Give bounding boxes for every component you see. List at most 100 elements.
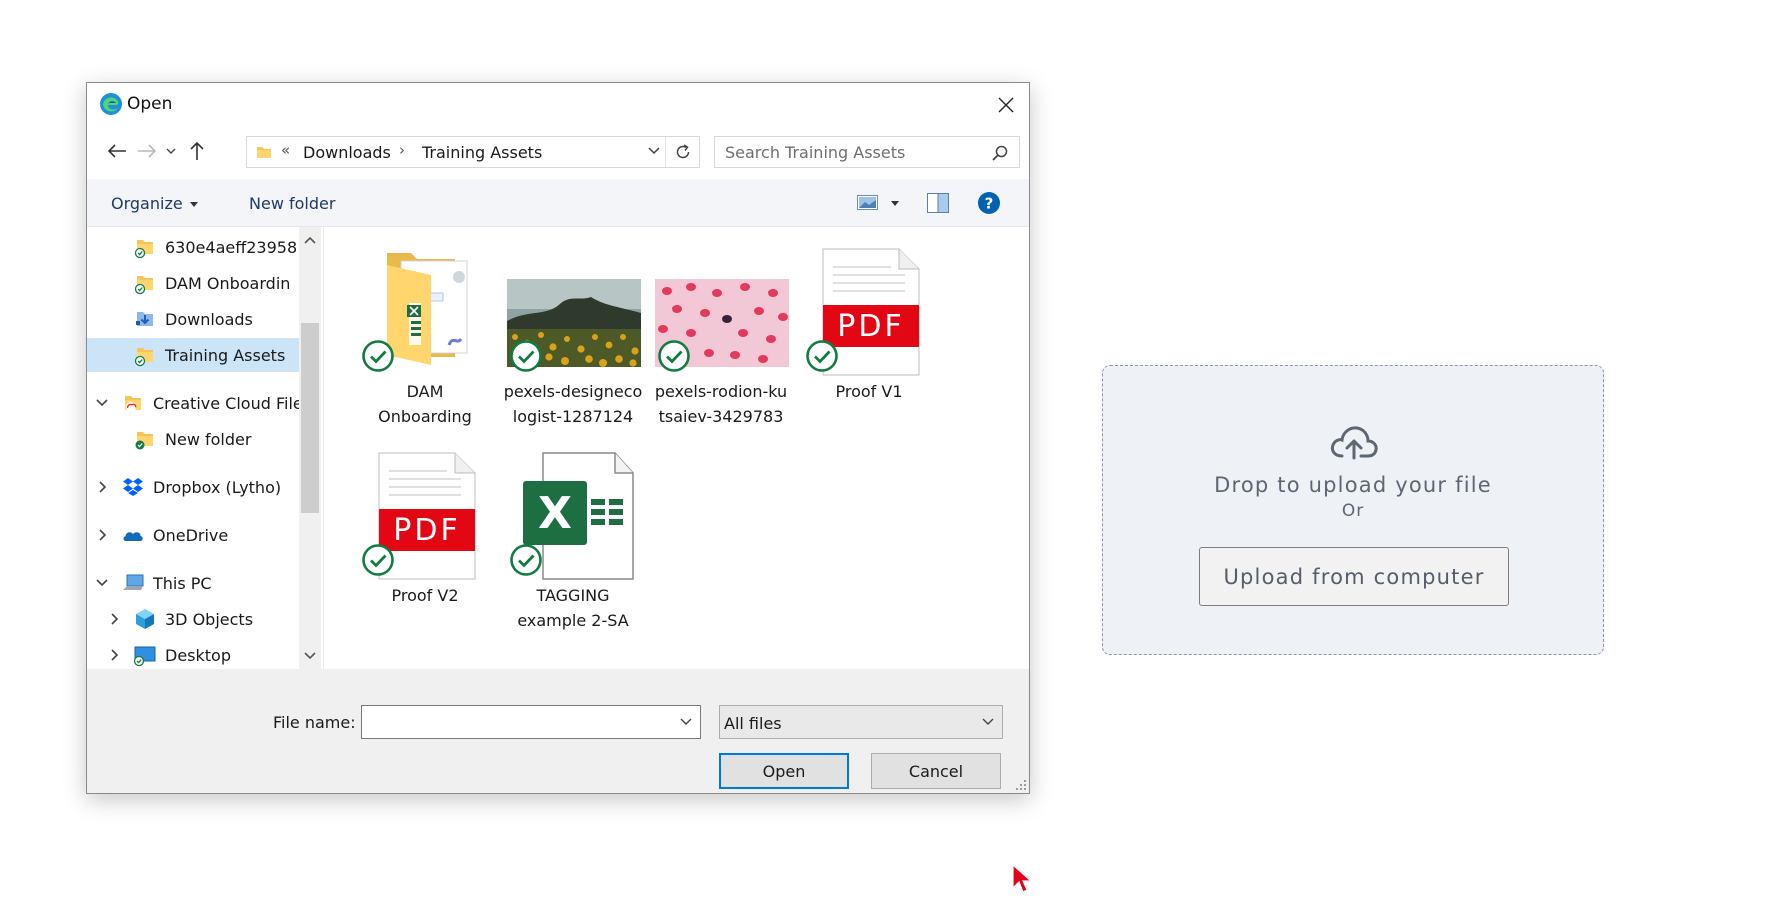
scrollbar-thumb[interactable]: [301, 323, 319, 513]
address-bar[interactable]: « Downloads › Training Assets: [246, 136, 700, 168]
file-name: Proof V1: [835, 382, 903, 401]
nav-item-dropbox[interactable]: Dropbox (Lytho): [87, 470, 309, 504]
excel-badge-label: X: [538, 487, 572, 539]
file-item-tagging-example[interactable]: X TAGGING example 2-SA: [499, 451, 647, 647]
pane-divider[interactable]: [323, 227, 324, 669]
address-overflow-icon[interactable]: «: [281, 141, 290, 159]
search-icon[interactable]: [991, 144, 1009, 162]
help-icon[interactable]: ?: [977, 191, 1001, 215]
mouse-cursor-icon: [1012, 864, 1032, 893]
onedrive-icon: [123, 532, 143, 541]
chevron-right-icon[interactable]: [95, 528, 109, 542]
desktop-icon: [133, 646, 156, 667]
file-name: TAGGING example 2-SA: [517, 586, 629, 630]
nav-item-downloads[interactable]: Downloads: [87, 302, 309, 336]
recent-locations-button[interactable]: [157, 137, 185, 165]
file-type-select[interactable]: All files: [719, 705, 1003, 739]
cloud-upload-icon: [1330, 426, 1378, 460]
nav-item-training-assets[interactable]: Training Assets: [87, 338, 309, 372]
chevron-right-icon[interactable]: [107, 648, 121, 662]
scroll-down-button[interactable]: [299, 645, 321, 667]
folder-synced-icon: [134, 276, 153, 295]
file-item-dam-onboarding[interactable]: DAM Onboarding: [351, 247, 499, 443]
chevron-down-icon: [304, 652, 316, 660]
preview-pane-icon[interactable]: [927, 193, 949, 213]
nav-label: 3D Objects: [165, 609, 254, 629]
dialog-titlebar[interactable]: Open: [87, 83, 1029, 127]
sync-check-icon: [510, 340, 542, 372]
nav-label: Dropbox (Lytho): [153, 477, 282, 497]
chevron-right-icon[interactable]: [107, 612, 121, 626]
nav-label: Training Assets: [165, 345, 286, 365]
upload-dropzone[interactable]: Drop to upload your file Or Upload from …: [1102, 365, 1604, 655]
upload-from-computer-button[interactable]: Upload from computer: [1199, 547, 1509, 606]
file-name-input[interactable]: [368, 712, 668, 732]
file-name-combobox[interactable]: [361, 705, 701, 739]
change-view-icon[interactable]: [857, 195, 881, 211]
close-button[interactable]: [983, 83, 1029, 127]
open-file-dialog: Open « Downloads › Training Assets Searc…: [86, 82, 1030, 794]
downloads-icon: [136, 312, 153, 326]
nav-item-onedrive[interactable]: OneDrive: [87, 518, 309, 552]
chevron-down-icon[interactable]: [95, 576, 109, 590]
chevron-down-icon[interactable]: [95, 396, 109, 410]
search-box[interactable]: [714, 136, 1020, 168]
arrow-up-icon: [190, 141, 204, 160]
nav-item-new-folder[interactable]: New folder: [87, 422, 309, 456]
edge-browser-icon: [100, 93, 122, 115]
nav-item-creative-cloud-files[interactable]: Creative Cloud File: [87, 386, 309, 420]
nav-label: OneDrive: [153, 525, 229, 545]
navigation-scrollbar[interactable]: [299, 227, 321, 669]
command-toolbar: Organize New folder ?: [87, 179, 1029, 227]
back-button[interactable]: [103, 137, 131, 165]
folder-synced-icon: [135, 432, 153, 450]
file-name: DAM Onboarding: [378, 382, 472, 426]
navigation-pane: 630e4aeff23958 DAM Onboardin Downloads T…: [87, 227, 323, 669]
cancel-button[interactable]: Cancel: [871, 753, 1001, 789]
or-separator: Or: [1341, 501, 1365, 521]
nav-item-3d-objects[interactable]: 3D Objects: [87, 602, 309, 636]
refresh-icon: [676, 144, 689, 159]
breadcrumb-separator-icon[interactable]: ›: [399, 141, 405, 159]
caret-down-icon: [189, 202, 198, 207]
chevron-right-icon[interactable]: [95, 480, 109, 494]
arrow-right-icon: [138, 144, 157, 158]
refresh-button[interactable]: [665, 137, 699, 167]
up-button[interactable]: [183, 137, 211, 165]
file-item-pexels-rodion-kutsaiev[interactable]: pexels-rodion-ku tsaiev-3429783: [647, 247, 795, 443]
address-dropdown-icon[interactable]: [647, 143, 661, 157]
sync-check-icon: [806, 340, 838, 372]
breadcrumb-downloads[interactable]: Downloads: [303, 143, 391, 162]
new-folder-button[interactable]: New folder: [249, 194, 335, 213]
file-name-label: File name:: [273, 713, 356, 732]
view-options-caret-icon[interactable]: [891, 201, 899, 207]
chevron-down-icon: [166, 148, 176, 154]
breadcrumb-training-assets[interactable]: Training Assets: [422, 143, 542, 162]
file-type-value: All files: [724, 714, 782, 733]
svg-text:?: ?: [985, 195, 994, 213]
dialog-footer: File name: All files Open Cancel: [87, 669, 1029, 793]
close-icon: [998, 97, 1014, 113]
nav-item-this-pc[interactable]: This PC: [87, 566, 309, 600]
organize-button[interactable]: Organize: [111, 194, 198, 213]
folder-synced-icon: [134, 348, 153, 367]
file-item-pexels-designecologist[interactable]: pexels-designeco logist-1287124: [499, 247, 647, 443]
nav-label: Downloads: [165, 309, 253, 329]
sync-check-icon: [510, 544, 542, 576]
scroll-up-button[interactable]: [299, 229, 321, 251]
nav-item-dam-onboarding[interactable]: DAM Onboardin: [87, 266, 309, 300]
search-input[interactable]: [725, 142, 975, 162]
computer-icon: [123, 574, 144, 590]
3d-objects-icon: [136, 609, 154, 629]
chevron-up-icon: [304, 236, 316, 244]
resize-grip-icon[interactable]: [1015, 779, 1027, 791]
sync-check-icon: [362, 544, 394, 576]
file-item-proof-v1[interactable]: PDF Proof V1: [795, 247, 943, 443]
chevron-down-icon[interactable]: [680, 717, 692, 727]
dropbox-icon: [123, 478, 143, 496]
nav-item-630e4aeff23958[interactable]: 630e4aeff23958: [87, 230, 309, 264]
file-item-proof-v2[interactable]: PDF Proof V2: [351, 451, 499, 647]
nav-item-desktop[interactable]: Desktop: [87, 638, 309, 672]
open-button[interactable]: Open: [719, 753, 849, 789]
file-name: Proof V2: [391, 586, 459, 605]
